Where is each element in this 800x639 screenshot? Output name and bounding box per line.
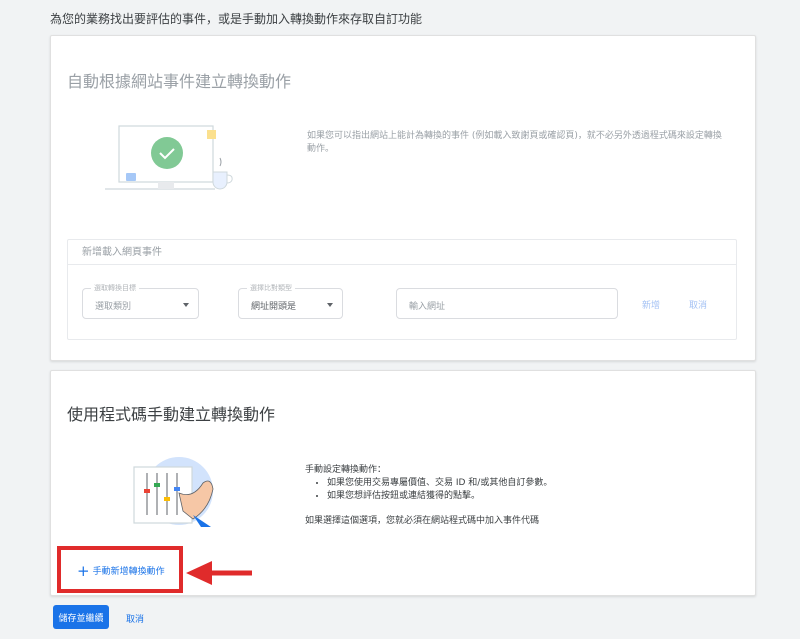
add-event-button[interactable]: 新增: [642, 298, 660, 311]
match-type-select[interactable]: 選擇比對類型 網址開頭是: [238, 283, 343, 319]
annotation-arrow-icon: [186, 561, 252, 585]
cancel-button[interactable]: 取消: [126, 612, 144, 625]
cancel-event-button[interactable]: 取消: [689, 298, 707, 311]
bullet-item: 如果您使用交易專屬價值、交易 ID 和/或其他自訂參數。: [327, 477, 605, 490]
chevron-down-icon: [327, 303, 333, 307]
bullet-item: 如果您想評估按鈕或連結獲得的點擊。: [327, 490, 605, 503]
conversion-goal-select[interactable]: 選取轉換目標 選取類別: [82, 283, 199, 319]
auto-section-description: 如果您可以指出網站上能計為轉換的事件 (例如載入致謝頁或確認頁)，就不必另外透過…: [307, 131, 722, 154]
auto-section-title: 自動根據網站事件建立轉換動作: [67, 72, 292, 91]
page-load-event-panel: 新增載入網頁事件 選取轉換目標 選取類別 選擇比對類型 網址開頭是 輸入網址 新…: [67, 239, 737, 340]
conversion-goal-value: 選取類別: [95, 302, 132, 312]
match-type-value: 網址開頭是: [251, 302, 297, 312]
conversion-goal-label: 選取轉換目標: [91, 283, 139, 293]
manual-bullet-list: 如果您使用交易專屬價值、交易 ID 和/或其他自訂參數。 如果您想評估按鈕或連結…: [305, 477, 605, 503]
website-check-illustration: [105, 125, 233, 190]
manual-heading: 手動設定轉換動作：: [305, 465, 387, 475]
page-intro: 為您的業務找出要評估的事件，或是手動加入轉換動作來存取自訂功能: [50, 12, 423, 26]
chevron-down-icon: [183, 303, 189, 307]
manual-note: 如果選擇這個選項，您就必須在網站程式碼中加入事件代碼: [305, 516, 540, 526]
url-input[interactable]: 輸入網址: [396, 288, 618, 319]
url-placeholder: 輸入網址: [409, 302, 446, 312]
manual-section-title: 使用程式碼手動建立轉換動作: [67, 405, 276, 424]
manual-setup-illustration: [133, 457, 214, 527]
subpanel-title: 新增載入網頁事件: [68, 240, 736, 265]
annotation-highlight-box: [57, 546, 183, 593]
match-type-label: 選擇比對類型: [247, 283, 295, 293]
auto-conversion-card: 自動根據網站事件建立轉換動作 如果您可以指出網站上能計為轉換的事件 (例如載入致…: [50, 35, 756, 361]
save-continue-button[interactable]: 儲存並繼續: [53, 605, 109, 629]
manual-section-description: 手動設定轉換動作： 如果您使用交易專屬價值、交易 ID 和/或其他自訂參數。 如…: [305, 464, 605, 528]
